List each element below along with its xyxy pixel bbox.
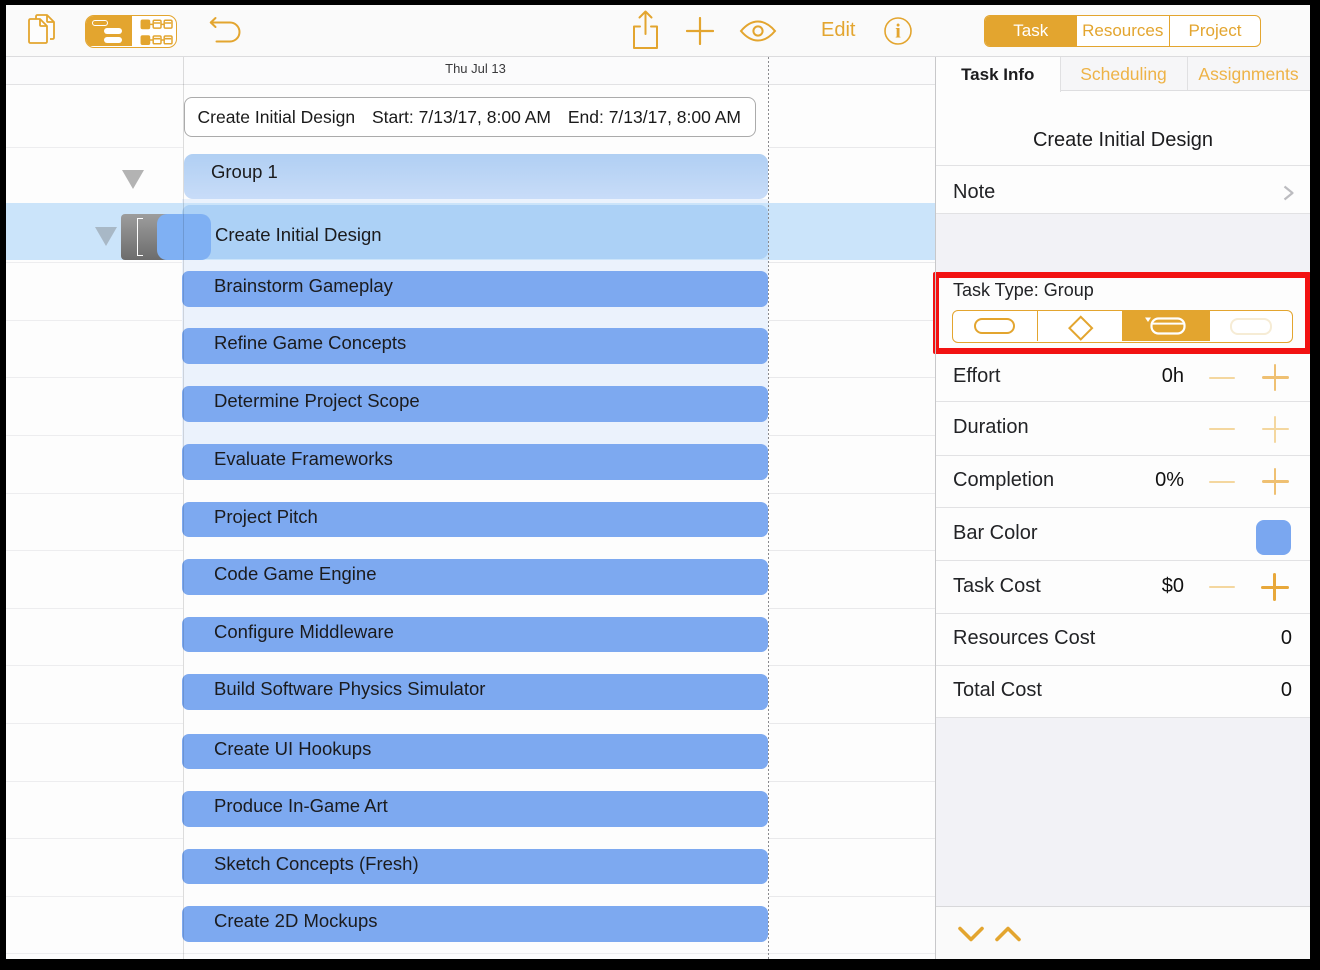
svg-text:i: i bbox=[895, 21, 901, 43]
